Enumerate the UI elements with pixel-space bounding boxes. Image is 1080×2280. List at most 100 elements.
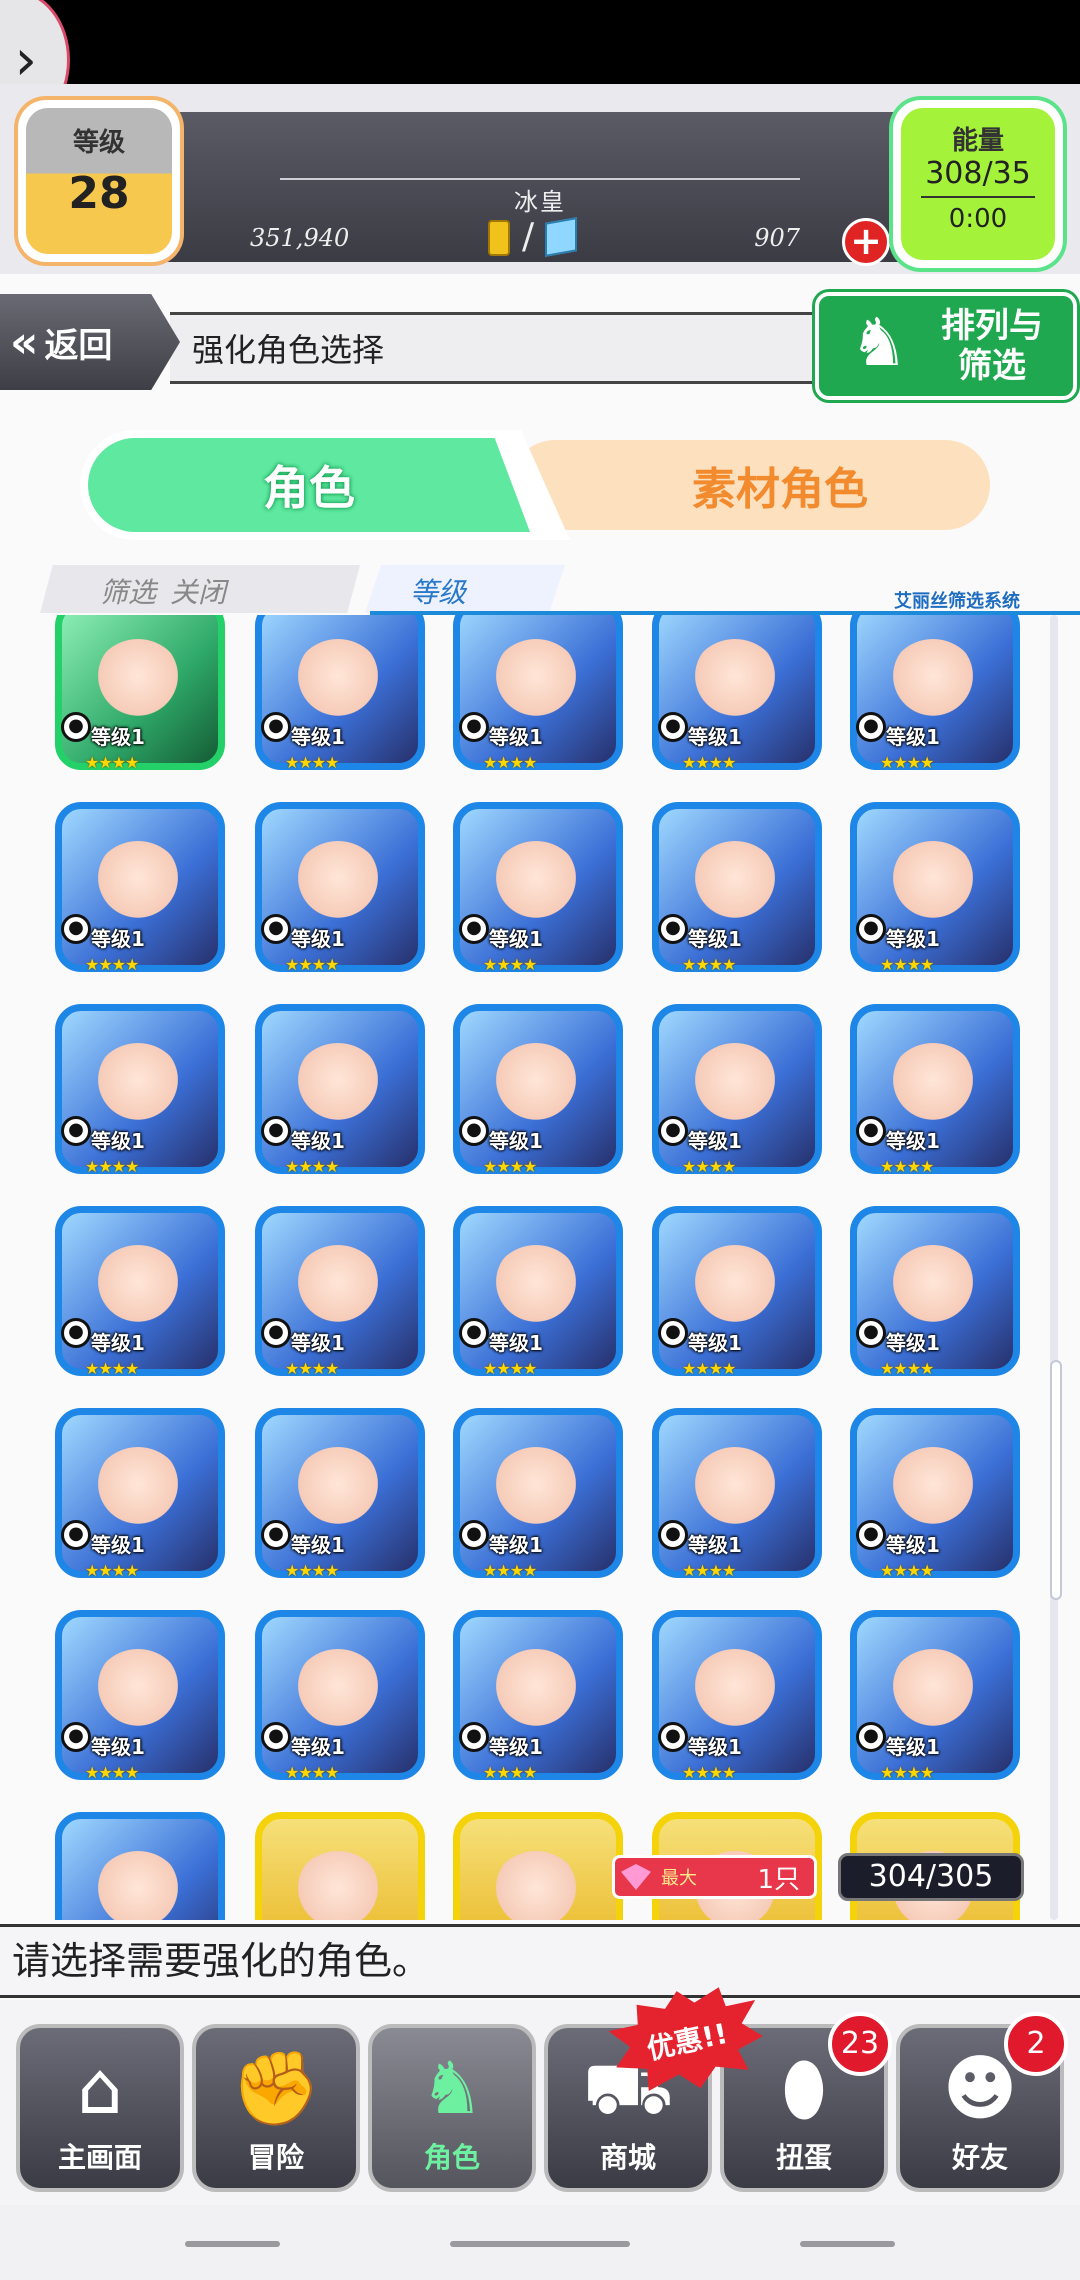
character-card[interactable]: ● 等级1 ★★★★	[255, 1004, 425, 1176]
filter-close[interactable]: 关闭	[170, 571, 226, 611]
character-card[interactable]: ● 等级1 ★★★★	[453, 802, 623, 974]
water-element-icon: ●	[658, 712, 688, 742]
water-element-icon: ●	[856, 914, 886, 944]
character-level: 等级1	[886, 927, 940, 951]
tab-characters[interactable]: 角色	[80, 430, 570, 540]
character-card[interactable]: ● 等级1 ★★★★	[453, 615, 623, 772]
character-face	[292, 1447, 384, 1539]
nav-home-label: 主画面	[57, 2141, 142, 2174]
character-face	[689, 1245, 781, 1337]
character-card[interactable]: ● 等级1 ★★★★	[850, 1206, 1020, 1378]
water-element-icon: ●	[856, 1318, 886, 1348]
nav-characters[interactable]: ♞ 角色	[368, 2024, 536, 2192]
character-card[interactable]: ● 等级1 ★★★★	[55, 1408, 225, 1580]
character-face	[490, 639, 582, 731]
character-card[interactable]: ● 等级1 ★★★★	[652, 615, 822, 772]
character-card[interactable]: ● 等级1 ★★★★	[255, 802, 425, 974]
nav-adventure[interactable]: ✊ 冒险	[192, 2024, 360, 2192]
character-level: 等级1	[91, 1735, 145, 1759]
star-rating: ★★★★	[85, 1157, 139, 1176]
character-card[interactable]: ● 等级1 ★★★★	[453, 1004, 623, 1176]
water-element-icon: ●	[459, 1116, 489, 1146]
star-rating: ★★★★	[483, 955, 537, 974]
filter-toggle[interactable]: 筛选	[100, 571, 156, 611]
character-card[interactable]: ● 等级1 ★★★★	[55, 1610, 225, 1782]
system-nav-home[interactable]	[450, 2241, 630, 2247]
character-card[interactable]: ● 等级1 ★★★★	[850, 1408, 1020, 1580]
character-card[interactable]: ● 等级1 ★★★★	[850, 802, 1020, 974]
water-element-icon: ●	[261, 712, 291, 742]
system-nav-recents[interactable]	[800, 2241, 895, 2247]
character-card[interactable]: ● 等级1 ★★★★	[652, 1004, 822, 1176]
gem-value: 907	[754, 224, 800, 252]
water-element-icon: ●	[459, 914, 489, 944]
character-face	[292, 1851, 384, 1920]
character-card[interactable]: ● 等级1 ★★★★	[453, 1610, 623, 1782]
character-card[interactable]: ● 等级1 ★★★★	[652, 1206, 822, 1378]
character-portrait	[55, 1812, 225, 1920]
character-face	[887, 1245, 979, 1337]
character-card[interactable]: ● 等级1 ★★★★	[255, 615, 425, 772]
character-card[interactable]: ● 等级1 ★★★★	[850, 1610, 1020, 1782]
character-face	[887, 1649, 979, 1741]
star-rating: ★★★★	[483, 1359, 537, 1378]
character-card[interactable]: ● 等级1 ★★★★	[652, 802, 822, 974]
water-element-icon: ●	[856, 1520, 886, 1550]
character-card[interactable]: ● 等级1 ★★★★	[652, 1610, 822, 1782]
character-card[interactable]: ● 等级1 ★★★★	[453, 1206, 623, 1378]
character-card[interactable]: ● 等级1 ★★★★	[55, 1206, 225, 1378]
scrollbar-thumb[interactable]	[1050, 1360, 1062, 1600]
star-rating: ★★★★	[682, 1359, 736, 1378]
add-gems-button[interactable]: +	[842, 218, 890, 266]
character-face	[92, 1043, 184, 1135]
character-face	[490, 1447, 582, 1539]
character-card[interactable]: ● 等级1 ★★★★	[55, 615, 225, 772]
star-rating: ★★★★	[285, 753, 339, 772]
level-label: 等级	[72, 128, 125, 158]
water-element-icon: ●	[459, 1318, 489, 1348]
character-face	[92, 1245, 184, 1337]
character-face	[92, 639, 184, 731]
character-card[interactable]: ● 等级1 ★★★★	[55, 802, 225, 974]
character-card[interactable]: ● 等级1 ★★★★	[55, 1004, 225, 1176]
nav-friends[interactable]: ☻ 好友 2	[896, 2012, 1068, 2192]
character-level: 等级1	[489, 1129, 543, 1153]
back-button[interactable]: « 返回	[0, 294, 180, 390]
player-level-box: 等级 28	[18, 100, 180, 262]
character-card[interactable]: ● 等级1 ★★★★	[255, 1610, 425, 1782]
nav-gacha[interactable]: ⬮ 扭蛋 23	[720, 2012, 892, 2192]
character-card[interactable]: ● 等级1 ★★★★	[850, 615, 1020, 772]
character-card[interactable]	[255, 1812, 425, 1920]
character-card[interactable]: ● 等级1 ★★★★	[652, 1408, 822, 1580]
character-level: 等级1	[91, 927, 145, 951]
nav-home[interactable]: ⌂ 主画面	[16, 2024, 184, 2192]
sort-filter-label: 排列与筛选	[941, 306, 1043, 386]
character-level: 等级1	[886, 1533, 940, 1557]
star-rating: ★★★★	[682, 1157, 736, 1176]
system-nav-back[interactable]	[185, 2241, 280, 2247]
water-element-icon: ●	[658, 1318, 688, 1348]
character-card[interactable]: ● 等级1 ★★★★	[255, 1206, 425, 1378]
character-level: 等级1	[886, 1129, 940, 1153]
rabbit-icon: ♞	[419, 2046, 485, 2130]
character-card[interactable]	[55, 1812, 225, 1920]
character-level: 等级1	[91, 725, 145, 749]
character-face	[887, 639, 979, 731]
character-card[interactable]: ● 等级1 ★★★★	[850, 1004, 1020, 1176]
water-element-icon: ●	[856, 1722, 886, 1752]
sort-filter-button[interactable]: ♞ 排列与筛选	[815, 292, 1077, 400]
character-card[interactable]: ● 等级1 ★★★★	[255, 1408, 425, 1580]
character-level: 等级1	[489, 725, 543, 749]
double-chevron-left-icon: «	[10, 316, 39, 368]
star-rating: ★★★★	[880, 1157, 934, 1176]
character-face	[689, 841, 781, 933]
energy-box[interactable]: 能量 308/35 0:00	[893, 100, 1063, 268]
star-rating: ★★★★	[682, 753, 736, 772]
tab-material-characters[interactable]: 素材角色	[510, 440, 990, 530]
character-card[interactable]	[453, 1812, 623, 1920]
character-level: 等级1	[688, 725, 742, 749]
sort-by-level[interactable]: 等级	[410, 571, 466, 611]
character-level: 等级1	[688, 927, 742, 951]
character-card[interactable]: ● 等级1 ★★★★	[453, 1408, 623, 1580]
star-rating: ★★★★	[483, 1157, 537, 1176]
